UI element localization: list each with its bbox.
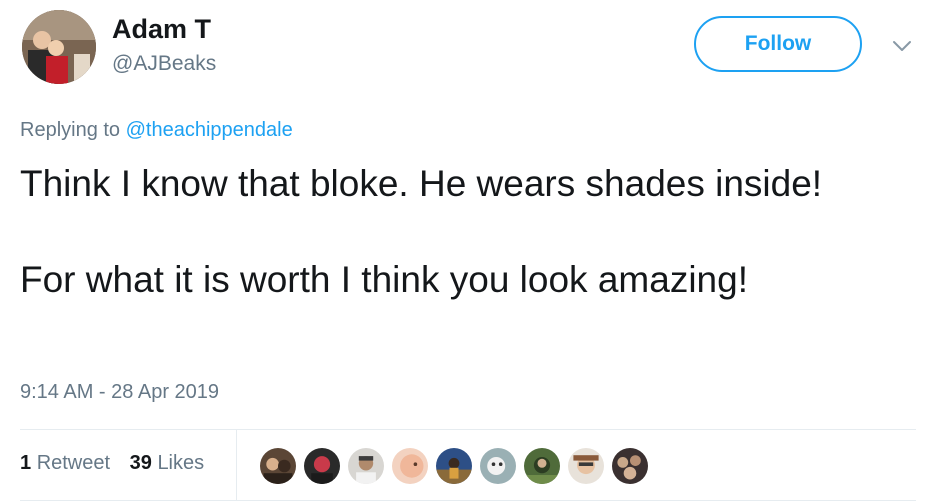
- liker-avatar[interactable]: [610, 446, 650, 486]
- tweet-text-line: For what it is worth I think you look am…: [20, 259, 748, 300]
- retweet-stat[interactable]: 1 Retweet: [20, 452, 110, 474]
- divider: [20, 500, 916, 501]
- author-avatar[interactable]: [22, 10, 96, 84]
- replying-to-label: Replying to: [20, 119, 126, 141]
- tweet-timestamp[interactable]: 9:14 AM - 28 Apr 2019: [20, 381, 219, 404]
- divider: [236, 430, 237, 500]
- liker-avatar[interactable]: [258, 446, 298, 486]
- author-handle[interactable]: @AJBeaks: [112, 52, 216, 76]
- liker-avatar[interactable]: [478, 446, 518, 486]
- divider: [20, 429, 916, 430]
- follow-button[interactable]: Follow: [694, 16, 862, 72]
- likes-stat[interactable]: 39 Likes: [130, 452, 205, 474]
- replying-to: Replying to @theachippendale: [20, 119, 293, 142]
- tweet-text: Think I know that bloke. He wears shades…: [20, 160, 920, 304]
- retweet-count: 1: [20, 452, 32, 474]
- liker-avatar[interactable]: [522, 446, 562, 486]
- retweet-label: Retweet: [36, 452, 111, 474]
- tweet-text-line: Think I know that bloke. He wears shades…: [20, 163, 823, 204]
- liker-avatar[interactable]: [346, 446, 386, 486]
- author-display-name[interactable]: Adam T: [112, 14, 211, 45]
- liker-avatar[interactable]: [302, 446, 342, 486]
- tweet-card: Adam T @AJBeaks Follow Replying to @thea…: [0, 0, 952, 504]
- liker-avatar[interactable]: [390, 446, 430, 486]
- chevron-down-icon[interactable]: [890, 34, 914, 58]
- liker-avatar[interactable]: [434, 446, 474, 486]
- reply-mention-link[interactable]: @theachippendale: [126, 119, 293, 141]
- like-count: 39: [129, 452, 152, 474]
- likes-label: Likes: [157, 452, 205, 474]
- liker-avatar[interactable]: [566, 446, 606, 486]
- tweet-stats: 1 Retweet 39 Likes: [20, 452, 218, 475]
